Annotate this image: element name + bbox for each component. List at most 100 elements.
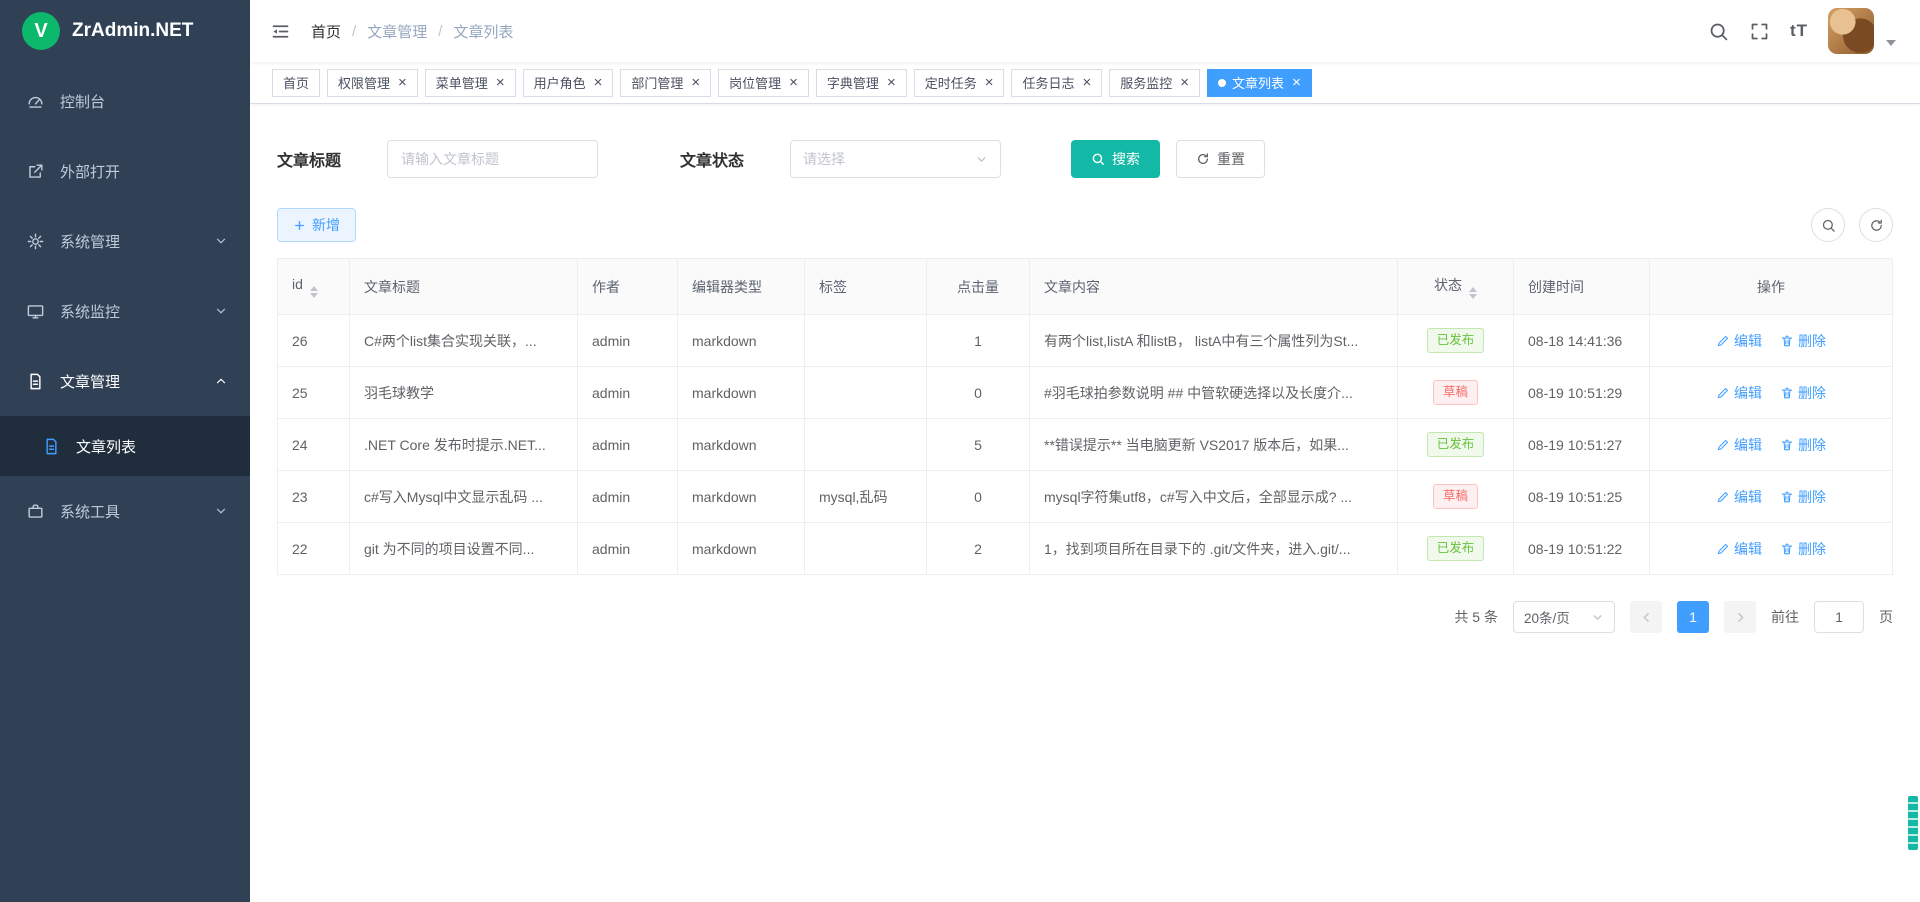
tab-label: 任务日志 [1022, 73, 1074, 92]
refresh-button[interactable] [1859, 208, 1893, 242]
external-link-icon [26, 161, 46, 181]
page-size-select[interactable]: 20条/页 [1513, 601, 1615, 633]
sidebar-item-label: 文章管理 [60, 371, 120, 392]
cell-title: c#写入Mysql中文显示乱码 ... [350, 471, 578, 523]
column-header-created: 创建时间 [1514, 259, 1650, 315]
sidebar-fold-icon[interactable] [270, 21, 291, 42]
cell-tags [805, 367, 927, 419]
delete-button[interactable]: 删除 [1780, 487, 1826, 507]
column-header-id[interactable]: id [278, 259, 350, 315]
cell-id: 25 [278, 367, 350, 419]
column-header-status[interactable]: 状态 [1398, 259, 1514, 315]
cell-tags [805, 315, 927, 367]
sidebar-item-system-monitor[interactable]: 系统监控 [0, 276, 250, 346]
edit-icon [1716, 490, 1730, 504]
close-icon[interactable]: × [1083, 75, 1092, 90]
close-icon[interactable]: × [1292, 75, 1301, 90]
gear-icon [26, 231, 46, 251]
cell-editor: markdown [678, 367, 805, 419]
reset-button[interactable]: 重置 [1176, 140, 1265, 178]
cell-actions: 编辑删除 [1650, 315, 1893, 367]
edit-button[interactable]: 编辑 [1716, 539, 1762, 559]
cell-title: C#两个list集合实现关联，... [350, 315, 578, 367]
delete-button[interactable]: 删除 [1780, 435, 1826, 455]
fullscreen-icon[interactable] [1749, 21, 1770, 42]
cell-clicks: 1 [927, 315, 1030, 367]
edit-button[interactable]: 编辑 [1716, 487, 1762, 507]
tab-permissions[interactable]: 权限管理× [327, 69, 418, 97]
tab-label: 字典管理 [827, 73, 879, 92]
add-button[interactable]: 新增 [277, 208, 356, 242]
delete-button[interactable]: 删除 [1780, 539, 1826, 559]
sidebar-item-external-open[interactable]: 外部打开 [0, 136, 250, 206]
table-row: 23 c#写入Mysql中文显示乱码 ... admin markdown my… [278, 471, 1893, 523]
pagination: 共 5 条 20条/页 1 前往 页 [277, 601, 1893, 633]
close-icon[interactable]: × [594, 75, 603, 90]
sidebar-item-system-tools[interactable]: 系统工具 [0, 476, 250, 546]
user-menu-caret-icon[interactable] [1886, 40, 1896, 46]
sidebar-subitem-article-list[interactable]: 文章列表 [0, 416, 250, 476]
article-status-select[interactable]: 请选择 [790, 140, 1001, 178]
tab-article-list[interactable]: 文章列表× [1207, 69, 1312, 97]
goto-page-input[interactable] [1814, 601, 1864, 633]
tab-menu-mgmt[interactable]: 菜单管理× [425, 69, 516, 97]
cell-id: 23 [278, 471, 350, 523]
cell-content: **错误提示** 当电脑更新 VS2017 版本后，如果... [1030, 419, 1398, 471]
user-avatar[interactable] [1828, 8, 1874, 54]
breadcrumb-separator: / [438, 23, 442, 40]
topbar: 首页 / 文章管理 / 文章列表 tT [250, 0, 1920, 62]
tab-scheduled-tasks[interactable]: 定时任务× [914, 69, 1005, 97]
breadcrumb-article-mgmt[interactable]: 文章管理 [367, 21, 427, 42]
breadcrumb-home[interactable]: 首页 [311, 21, 341, 42]
chevron-down-icon [975, 153, 988, 166]
page-content: 文章标题 文章状态 请选择 搜索 重置 [250, 104, 1920, 902]
delete-button[interactable]: 删除 [1780, 331, 1826, 351]
main-area: 首页 / 文章管理 / 文章列表 tT 首页 权限管理× [250, 0, 1920, 902]
trash-icon [1780, 490, 1794, 504]
tab-service-monitor[interactable]: 服务监控× [1109, 69, 1200, 97]
tab-dict-mgmt[interactable]: 字典管理 × [816, 69, 907, 97]
close-icon[interactable]: × [496, 75, 505, 90]
add-button-label: 新增 [312, 215, 340, 235]
cell-content: 1，找到项目所在目录下的 .git/文件夹，进入.git/... [1030, 523, 1398, 575]
close-icon[interactable]: × [887, 75, 896, 90]
prev-page-button[interactable] [1630, 601, 1662, 633]
page-number-button[interactable]: 1 [1677, 601, 1709, 633]
edit-button[interactable]: 编辑 [1716, 331, 1762, 351]
search-icon[interactable] [1708, 21, 1729, 42]
article-title-input[interactable] [387, 140, 598, 178]
scrollbar-thumb[interactable] [1908, 796, 1918, 850]
sidebar-item-system-mgmt[interactable]: 系统管理 [0, 206, 250, 276]
tab-home[interactable]: 首页 [272, 69, 320, 97]
sidebar-item-dashboard[interactable]: 控制台 [0, 66, 250, 136]
font-size-icon[interactable]: tT [1790, 21, 1808, 41]
breadcrumb: 首页 / 文章管理 / 文章列表 [311, 21, 513, 42]
search-button[interactable]: 搜索 [1071, 140, 1160, 178]
chevron-down-icon [214, 234, 228, 248]
status-badge: 草稿 [1433, 380, 1478, 404]
delete-button[interactable]: 删除 [1780, 383, 1826, 403]
cell-status: 草稿 [1398, 471, 1514, 523]
close-icon[interactable]: × [691, 75, 700, 90]
tab-post-mgmt[interactable]: 岗位管理× [718, 69, 809, 97]
next-page-button[interactable] [1724, 601, 1756, 633]
tab-task-logs[interactable]: 任务日志 × [1011, 69, 1102, 97]
tab-dept-mgmt[interactable]: 部门管理× [620, 69, 711, 97]
sidebar-item-article-mgmt[interactable]: 文章管理 [0, 346, 250, 416]
tabs-bar: 首页 权限管理× 菜单管理× 用户角色× 部门管理× 岗位管理× 字典管理 × 定… [250, 62, 1920, 104]
close-icon[interactable]: × [398, 75, 407, 90]
tab-user-roles[interactable]: 用户角色× [523, 69, 614, 97]
sidebar-item-label: 系统管理 [60, 231, 120, 252]
close-icon[interactable]: × [985, 75, 994, 90]
edit-button[interactable]: 编辑 [1716, 383, 1762, 403]
toggle-search-button[interactable] [1811, 208, 1845, 242]
sort-icon [310, 286, 318, 298]
edit-button[interactable]: 编辑 [1716, 435, 1762, 455]
chevron-left-icon [1640, 611, 1653, 624]
cell-tags [805, 419, 927, 471]
search-icon [1821, 218, 1836, 233]
close-icon[interactable]: × [789, 75, 798, 90]
cell-title: git 为不同的项目设置不同... [350, 523, 578, 575]
close-icon[interactable]: × [1180, 75, 1189, 90]
cell-status: 已发布 [1398, 523, 1514, 575]
